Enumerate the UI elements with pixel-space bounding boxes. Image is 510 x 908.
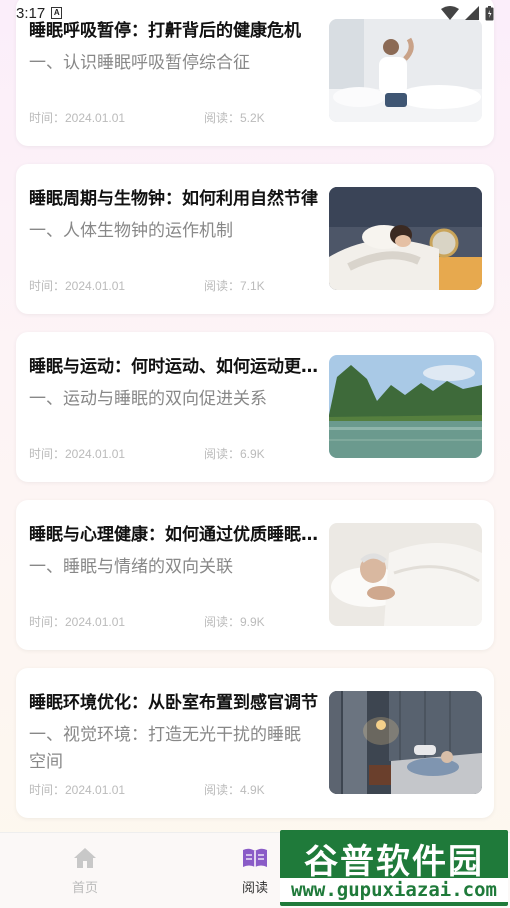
article-reads: 阅读：6.9K (204, 447, 265, 461)
home-icon (74, 848, 96, 868)
watermark-url: www.gupuxiazai.com (280, 878, 508, 902)
article-subtitle: 一、运动与睡眠的双向促进关系 (29, 389, 267, 409)
article-card[interactable]: 睡眠与心理健康：如何通过优质睡眠改善 一、睡眠与情绪的双向关联 时间：2024.… (16, 500, 494, 650)
tab-read-label: 阅读 (241, 881, 268, 896)
article-date: 时间：2024.01.01 (29, 111, 126, 125)
status-time: 3:17 (16, 4, 46, 22)
article-date: 时间：2024.01.01 (29, 447, 126, 461)
article-date: 时间：2024.01.01 (29, 279, 126, 293)
tab-read[interactable]: 阅读 (225, 847, 285, 896)
article-subtitle: 一、认识睡眠呼吸暂停综合征 (29, 53, 250, 73)
bottom-tab-bar: 首页 阅读 谷普软件园 www.gupuxiazai.com (0, 830, 510, 908)
article-thumbnail (329, 691, 482, 794)
tab-home-label: 首页 (71, 881, 98, 896)
watermark-title: 谷普软件园 (304, 842, 484, 882)
article-date: 时间：2024.01.01 (29, 783, 126, 797)
article-reads: 阅读：4.9K (204, 783, 265, 797)
article-reads: 阅读：7.1K (204, 279, 265, 293)
wifi-icon (441, 6, 459, 20)
book-icon (243, 848, 267, 867)
article-title: 睡眠环境优化：从卧室布置到感官调节 (29, 693, 318, 713)
article-thumbnail (329, 19, 482, 122)
article-date: 时间：2024.01.01 (29, 615, 126, 629)
article-thumbnail (329, 355, 482, 458)
article-title: 睡眠与心理健康：如何通过优质睡眠改善 (29, 525, 319, 545)
article-thumbnail (329, 187, 482, 290)
article-subtitle: 一、睡眠与情绪的双向关联 (29, 557, 233, 577)
article-card[interactable]: 睡眠周期与生物钟：如何利用自然节律 一、人体生物钟的运作机制 时间：2024.0… (16, 164, 494, 314)
signal-icon (465, 6, 479, 20)
article-subtitle: 一、视觉环境：打造无光干扰的睡眠空间 (29, 725, 301, 772)
battery-icon (485, 5, 494, 20)
notification-icon: A (51, 7, 63, 19)
article-subtitle: 一、人体生物钟的运作机制 (29, 221, 233, 241)
article-list: 睡眠呼吸暂停：打鼾背后的健康危机 一、认识睡眠呼吸暂停综合征 时间：2024.0… (16, 0, 494, 836)
article-reads: 阅读：5.2K (204, 111, 265, 125)
article-card[interactable]: 睡眠环境优化：从卧室布置到感官调节 一、视觉环境：打造无光干扰的睡眠空间 时间：… (16, 668, 494, 818)
article-title: 睡眠周期与生物钟：如何利用自然节律 (29, 189, 318, 209)
status-bar: 3:17 A (0, 0, 510, 26)
article-reads: 阅读：9.9K (204, 615, 265, 629)
article-thumbnail (329, 523, 482, 626)
article-title: 睡眠与运动：何时运动、如何运动更助眠 (29, 357, 319, 377)
tab-home[interactable]: 首页 (55, 847, 115, 896)
watermark-logo: 谷普软件园 www.gupuxiazai.com (280, 830, 508, 906)
article-card[interactable]: 睡眠与运动：何时运动、如何运动更助眠 一、运动与睡眠的双向促进关系 时间：202… (16, 332, 494, 482)
